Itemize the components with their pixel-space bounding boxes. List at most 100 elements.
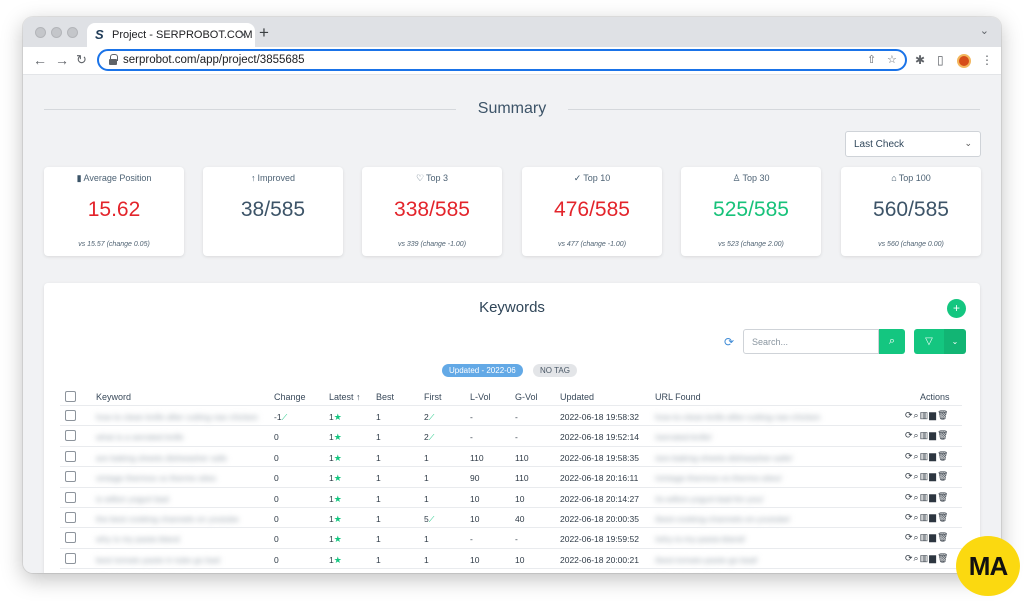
browser-tab[interactable]: S Project - SERPROBOT.COM × bbox=[87, 23, 255, 47]
bookmark-star-icon[interactable]: ☆ bbox=[887, 53, 897, 66]
keyword-cell[interactable]: best tomato paste in tube go bad bbox=[96, 555, 220, 565]
trash-icon[interactable]: 🗑 bbox=[937, 471, 949, 481]
refresh-icon[interactable]: ⟳ bbox=[905, 471, 914, 481]
new-tab-plus-icon[interactable]: + bbox=[259, 23, 269, 43]
trash-icon[interactable]: 🗑 bbox=[937, 512, 949, 522]
row-checkbox[interactable] bbox=[65, 491, 76, 503]
browser-menu-icon[interactable]: ⋮ bbox=[981, 53, 993, 67]
profile-avatar[interactable] bbox=[957, 54, 971, 68]
col-gvol[interactable]: G-Vol bbox=[515, 392, 538, 402]
notes-icon[interactable]: ▆ bbox=[929, 410, 937, 420]
col-latest[interactable]: Latest ↑ bbox=[329, 392, 361, 402]
search-input[interactable] bbox=[743, 329, 879, 354]
tag-updated[interactable]: Updated - 2022-06 bbox=[442, 364, 523, 377]
col-change[interactable]: Change bbox=[274, 392, 306, 402]
url-cell[interactable]: /why-is-my-pasta-bland/ bbox=[655, 534, 745, 544]
back-arrow-icon[interactable]: ← bbox=[33, 52, 47, 68]
trash-icon[interactable]: 🗑 bbox=[937, 451, 949, 461]
trash-icon[interactable]: 🗑 bbox=[937, 410, 949, 420]
keyword-cell[interactable]: is wilton yogurt bad bbox=[96, 494, 169, 504]
refresh-icon[interactable]: ⟳ bbox=[905, 553, 914, 563]
keyword-cell[interactable]: are baking sheets dishwasher safe bbox=[96, 453, 227, 463]
trash-icon[interactable]: 🗑 bbox=[937, 532, 949, 542]
notes-icon[interactable]: ▆ bbox=[929, 430, 937, 440]
tab-search-chevron-icon[interactable]: ⌄ bbox=[980, 24, 989, 37]
notes-icon[interactable]: ▆ bbox=[929, 512, 937, 522]
trash-icon[interactable]: 🗑 bbox=[937, 553, 949, 563]
table-row[interactable]: vintage thermos vs thermo sites 0 1★ 1 1 90 11… bbox=[60, 466, 962, 486]
table-row[interactable]: is wilton yogurt bad 0 1★ 1 1 10 10 2022-06-18 … bbox=[60, 486, 962, 507]
col-lvol[interactable]: L-Vol bbox=[470, 392, 491, 402]
refresh-icon[interactable]: ⟳ bbox=[905, 512, 914, 522]
refresh-icon[interactable]: ⟳ bbox=[905, 430, 914, 440]
select-all-checkbox[interactable] bbox=[65, 391, 76, 402]
col-keyword[interactable]: Keyword bbox=[96, 392, 131, 402]
notes-icon[interactable]: ▆ bbox=[929, 451, 937, 461]
table-row[interactable]: best tomato paste in tube go bad 0 1★ 1 1 10 1… bbox=[60, 547, 962, 568]
refresh-icon[interactable]: ⟳ bbox=[905, 532, 914, 542]
share-icon[interactable]: ⇧ bbox=[867, 53, 876, 66]
filter-button[interactable]: ▽ bbox=[914, 329, 944, 354]
bar-chart-icon[interactable]: ▥ bbox=[920, 532, 930, 542]
row-checkbox[interactable] bbox=[65, 552, 76, 564]
notes-icon[interactable]: ▆ bbox=[929, 471, 937, 481]
reload-icon[interactable]: ↻ bbox=[76, 52, 87, 68]
notes-icon[interactable]: ▆ bbox=[929, 553, 937, 563]
keyword-cell[interactable]: the best cooking channels on youtube bbox=[96, 514, 239, 524]
row-checkbox[interactable] bbox=[65, 512, 76, 523]
col-url[interactable]: URL Found bbox=[655, 392, 701, 402]
col-first[interactable]: First bbox=[424, 392, 442, 402]
search-button[interactable]: ⌕ bbox=[879, 329, 905, 354]
table-row[interactable]: the best cooking channels on youtube 0 1★ 1… bbox=[60, 507, 962, 527]
row-checkbox[interactable] bbox=[65, 532, 76, 544]
url-cell[interactable]: /best-tomato-paste-go-bad/ bbox=[655, 555, 758, 565]
trash-icon[interactable]: 🗑 bbox=[937, 492, 949, 502]
url-cell[interactable]: /best-cooking-channels-on-youtube/ bbox=[655, 514, 790, 524]
url-cell[interactable]: /are-baking-sheets-dishwasher-safe/ bbox=[655, 453, 792, 463]
row-checkbox[interactable] bbox=[65, 450, 76, 462]
keyword-cell[interactable]: why is my pasta bland bbox=[96, 534, 180, 544]
bar-chart-icon[interactable]: ▥ bbox=[920, 471, 930, 481]
bar-chart-icon[interactable]: ▥ bbox=[920, 430, 930, 440]
add-keyword-button[interactable]: + bbox=[947, 299, 966, 318]
notes-icon[interactable]: ▆ bbox=[929, 532, 937, 542]
refresh-icon[interactable]: ⟳ bbox=[905, 451, 914, 461]
url-cell[interactable]: /vintage-thermos-vs-thermo-sites/ bbox=[655, 473, 782, 483]
refresh-icon[interactable]: ⟳ bbox=[905, 410, 914, 420]
keyword-cell[interactable]: vintage thermos vs thermo sites bbox=[96, 473, 216, 483]
table-row[interactable]: are baking sheets dishwasher safe 0 1★ 1 1 11… bbox=[60, 445, 962, 466]
notes-icon[interactable]: ▆ bbox=[929, 492, 937, 502]
row-checkbox[interactable] bbox=[65, 471, 76, 483]
table-row[interactable]: what is a serrated knife 0 1★ 1 2⟋ - - 2022-06-… bbox=[60, 425, 962, 445]
address-bar[interactable]: serprobot.com/app/project/3855685 ⇧ ☆ bbox=[97, 49, 907, 71]
table-row[interactable]: how to clean knife after cutting raw chi… bbox=[60, 405, 962, 425]
range-select[interactable]: Last Check ⌄ bbox=[845, 131, 981, 157]
extensions-puzzle-icon[interactable]: ✱ bbox=[915, 53, 925, 67]
close-window-button[interactable] bbox=[35, 27, 46, 38]
forward-arrow-icon[interactable]: → bbox=[55, 52, 69, 68]
url-cell[interactable]: how-to-clean-knife-after-cutting-raw-chi… bbox=[655, 412, 820, 422]
url-cell[interactable]: /serrated-knife/ bbox=[655, 432, 712, 442]
bar-chart-icon[interactable]: ▥ bbox=[920, 512, 930, 522]
tag-no-tag[interactable]: NO TAG bbox=[533, 364, 577, 377]
bar-chart-icon[interactable]: ▥ bbox=[920, 451, 930, 461]
keyword-cell[interactable]: how to clean knife after cutting raw chi… bbox=[96, 412, 258, 422]
minimize-window-button[interactable] bbox=[51, 27, 62, 38]
bar-chart-icon[interactable]: ▥ bbox=[920, 492, 930, 502]
refresh-icon[interactable]: ⟳ bbox=[724, 335, 734, 349]
trash-icon[interactable]: 🗑 bbox=[937, 430, 949, 440]
maximize-window-button[interactable] bbox=[67, 27, 78, 38]
col-updated[interactable]: Updated bbox=[560, 392, 594, 402]
refresh-icon[interactable]: ⟳ bbox=[905, 492, 914, 502]
filter-dropdown-button[interactable]: ⌄ bbox=[944, 329, 966, 354]
close-tab-icon[interactable]: × bbox=[239, 27, 247, 42]
row-checkbox[interactable] bbox=[65, 430, 76, 442]
url-cell[interactable]: /is-wilton-yogurt-bad-for-you/ bbox=[655, 494, 763, 504]
bar-chart-icon[interactable]: ▥ bbox=[920, 410, 930, 420]
keyword-cell[interactable]: what is a serrated knife bbox=[96, 432, 183, 442]
col-best[interactable]: Best bbox=[376, 392, 394, 402]
bar-chart-icon[interactable]: ▥ bbox=[920, 553, 930, 563]
table-row[interactable]: why is my pasta bland 0 1★ 1 1 - - 2022-06-18 1… bbox=[60, 527, 962, 547]
row-checkbox[interactable] bbox=[65, 410, 76, 421]
side-panel-icon[interactable]: ▯ bbox=[937, 53, 944, 67]
